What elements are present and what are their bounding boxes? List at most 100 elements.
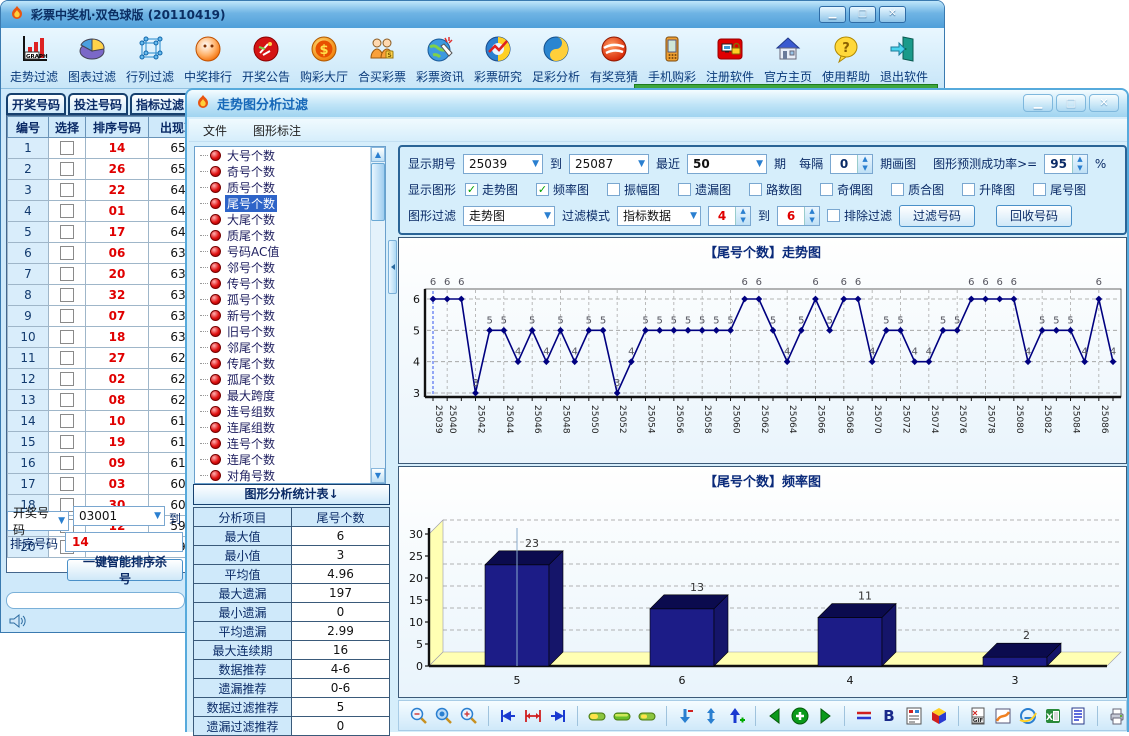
spinner-arrows-icon[interactable]: ▲▼: [857, 155, 872, 173]
indicator-item[interactable]: 连尾个数: [195, 451, 385, 467]
row-checkbox[interactable]: [49, 327, 86, 348]
toolbar-item[interactable]: S 合买彩票: [353, 30, 411, 88]
indicator-item[interactable]: 传尾个数: [195, 355, 385, 371]
table-row[interactable]: 15 19 61: [8, 432, 189, 453]
filter-from-stepper[interactable]: 4 ▲▼: [708, 206, 751, 226]
maximize-icon[interactable]: □: [849, 6, 876, 23]
pill-yellow-icon[interactable]: [587, 705, 607, 727]
row-checkbox[interactable]: [49, 264, 86, 285]
pill-half-icon[interactable]: [637, 705, 657, 727]
pane-splitter-button[interactable]: [388, 240, 397, 294]
table-row[interactable]: 4 01 64: [8, 201, 189, 222]
menu-item[interactable]: 图形标注: [253, 122, 301, 139]
row-checkbox[interactable]: [49, 411, 86, 432]
table-row[interactable]: 10 18 63: [8, 327, 189, 348]
zoom-view-icon[interactable]: [434, 705, 454, 727]
close-icon[interactable]: ✕: [1089, 94, 1119, 112]
lines-icon[interactable]: [854, 705, 874, 727]
table-row[interactable]: 1 14 65: [8, 138, 189, 159]
row-checkbox[interactable]: [49, 180, 86, 201]
spinner-arrows-icon[interactable]: ▲▼: [1072, 155, 1087, 173]
scroll-down-icon[interactable]: ▼: [371, 468, 385, 483]
row-checkbox[interactable]: [49, 369, 86, 390]
column-header[interactable]: 排序号码: [86, 117, 149, 138]
spinner-arrows-icon[interactable]: ▲▼: [804, 207, 819, 225]
indicator-item[interactable]: 最大跨度: [195, 387, 385, 403]
next-icon[interactable]: [815, 705, 835, 727]
row-checkbox[interactable]: [49, 432, 86, 453]
table-row[interactable]: 3 22 64: [8, 180, 189, 201]
indicator-item[interactable]: 孤号个数: [195, 291, 385, 307]
indicator-item[interactable]: 连号个数: [195, 435, 385, 451]
toolbar-item[interactable]: 注册软件: [701, 30, 759, 88]
chart-type-checkbox[interactable]: 振幅图: [607, 181, 660, 198]
row-checkbox[interactable]: [49, 453, 86, 474]
tab-2[interactable]: 投注号码: [68, 93, 128, 115]
toolbar-item[interactable]: 足彩分析: [527, 30, 585, 88]
toolbar-item[interactable]: ? 使用帮助: [817, 30, 875, 88]
arrow-up-add-icon[interactable]: [726, 705, 746, 727]
row-checkbox[interactable]: [49, 390, 86, 411]
indicator-item[interactable]: 号码AC值: [195, 243, 385, 259]
chart-type-checkbox[interactable]: 升降图: [962, 181, 1015, 198]
chart-prop-icon[interactable]: [904, 705, 924, 727]
table-row[interactable]: 13 08 62: [8, 390, 189, 411]
table-row[interactable]: 12 02 62: [8, 369, 189, 390]
filter-chart-combo[interactable]: 走势图▼: [463, 206, 555, 226]
indicator-item[interactable]: 邻号个数: [195, 259, 385, 275]
start-period-combo[interactable]: 03001▼: [73, 506, 165, 526]
table-row[interactable]: 17 03 60: [8, 474, 189, 495]
table-row[interactable]: 2 26 65: [8, 159, 189, 180]
toolbar-item[interactable]: 彩票资讯: [411, 30, 469, 88]
chart-type-checkbox[interactable]: 质合图: [891, 181, 944, 198]
sort-number-input[interactable]: 14: [65, 532, 183, 552]
minimize-icon[interactable]: ▁: [1023, 94, 1053, 112]
chart-type-checkbox[interactable]: ✓频率图: [536, 181, 589, 198]
indicator-item[interactable]: 质号个数: [195, 179, 385, 195]
bold-icon[interactable]: B: [879, 705, 899, 727]
arrow-down-icon[interactable]: [676, 705, 696, 727]
toolbar-item[interactable]: 手机购彩: [643, 30, 701, 88]
chart-type-checkbox[interactable]: 路数图: [749, 181, 802, 198]
row-checkbox[interactable]: [49, 285, 86, 306]
arrow-updown-icon[interactable]: [701, 705, 721, 727]
indicator-item[interactable]: 大尾个数: [195, 211, 385, 227]
stats-table-header[interactable]: 图形分析统计表↓: [193, 484, 390, 505]
main-titlebar[interactable]: 彩票中奖机·双色球版 (20110419): [1, 1, 944, 29]
list-scrollbar[interactable]: ▲ ▼: [370, 147, 385, 483]
toolbar-item[interactable]: 退出软件: [875, 30, 933, 88]
toolbar-item[interactable]: 有奖竞猜: [585, 30, 643, 88]
row-checkbox[interactable]: [49, 243, 86, 264]
row-checkbox[interactable]: [49, 159, 86, 180]
toolbar-item[interactable]: 彩票研究: [469, 30, 527, 88]
tab-3[interactable]: 指标过滤: [130, 93, 190, 115]
add-icon[interactable]: [790, 705, 810, 727]
indicator-item[interactable]: 质尾个数: [195, 227, 385, 243]
excel-icon[interactable]: X: [1043, 705, 1063, 727]
indicator-item[interactable]: 新号个数: [195, 307, 385, 323]
zoom-out-icon[interactable]: [409, 705, 429, 727]
prev-icon[interactable]: [765, 705, 785, 727]
toolbar-item[interactable]: GRAPH 走势过滤: [5, 30, 63, 88]
period-to-combo[interactable]: 25087▼: [569, 154, 649, 174]
interval-stepper[interactable]: 0 ▲▼: [830, 154, 873, 174]
zoom-in-icon[interactable]: [459, 705, 479, 727]
smart-sort-button[interactable]: 一键智能排序杀号: [67, 559, 183, 581]
indicator-item[interactable]: 传号个数: [195, 275, 385, 291]
row-checkbox[interactable]: [49, 474, 86, 495]
table-row[interactable]: 5 17 64: [8, 222, 189, 243]
column-header[interactable]: 出现次: [149, 117, 189, 138]
analysis-titlebar[interactable]: 走势图分析过滤: [187, 90, 1127, 117]
table-row[interactable]: 14 10 61: [8, 411, 189, 432]
row-checkbox[interactable]: [49, 201, 86, 222]
indicator-item[interactable]: 连尾组数: [195, 419, 385, 435]
indicator-item[interactable]: 孤尾个数: [195, 371, 385, 387]
indicator-item[interactable]: 对角号数: [195, 467, 385, 483]
doc-icon[interactable]: [1068, 705, 1088, 727]
table-row[interactable]: 9 07 63: [8, 306, 189, 327]
tab-1[interactable]: 开奖号码: [6, 93, 66, 115]
chart-type-checkbox[interactable]: ✓走势图: [465, 181, 518, 198]
column-header[interactable]: 选择: [49, 117, 86, 138]
draw-type-combo[interactable]: 开奖号码▼: [7, 506, 69, 531]
table-row[interactable]: 8 32 63: [8, 285, 189, 306]
